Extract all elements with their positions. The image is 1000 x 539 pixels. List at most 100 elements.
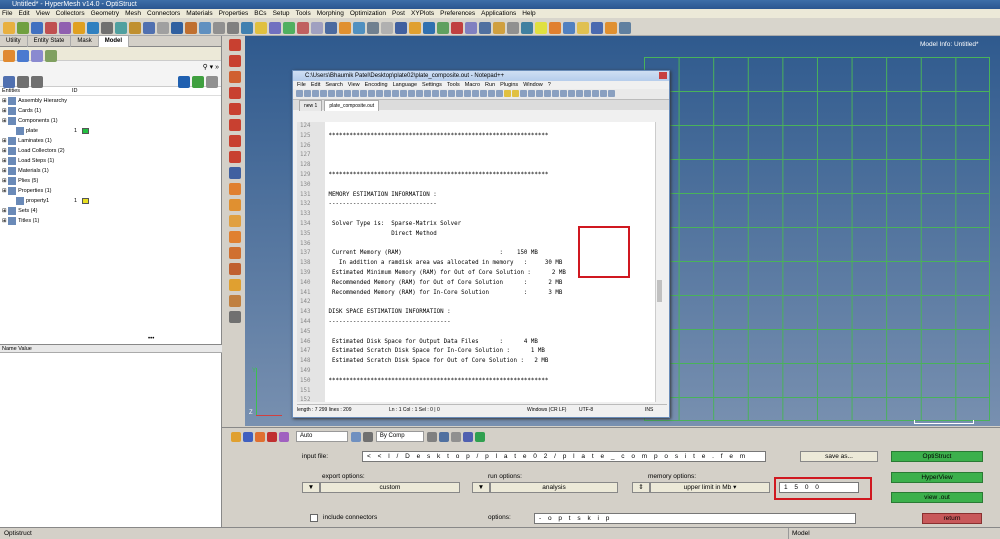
npp-tool-icon[interactable] — [464, 90, 471, 97]
toolbar-icon-13[interactable] — [171, 22, 183, 34]
display-icon[interactable] — [231, 432, 241, 442]
toolbar-icon-43[interactable] — [591, 22, 603, 34]
material-view-icon[interactable] — [45, 50, 57, 62]
side-tool-icon-8[interactable] — [229, 151, 241, 163]
side-tool-icon-1[interactable] — [229, 39, 241, 51]
toolbar-icon-41[interactable] — [563, 22, 575, 34]
npp-tool-icon[interactable] — [320, 90, 327, 97]
toolbar-icon-11[interactable] — [143, 22, 155, 34]
toolbar-icon-8[interactable] — [101, 22, 113, 34]
npp-tool-icon[interactable] — [296, 90, 303, 97]
npp-tool-icon[interactable] — [472, 90, 479, 97]
toolbar-icon-10[interactable] — [129, 22, 141, 34]
tree-item[interactable]: property1 1 — [2, 196, 221, 206]
side-tool-icon-15[interactable] — [229, 263, 241, 275]
component-view-icon[interactable] — [3, 50, 15, 62]
toolbar-icon-23[interactable] — [311, 22, 323, 34]
run-toggle-icon[interactable]: ▼ — [472, 482, 490, 493]
optistruct-button[interactable]: OptiStruct — [891, 451, 983, 462]
npp-tool-icon[interactable] — [600, 90, 607, 97]
id-column-header[interactable]: ID — [72, 87, 78, 96]
npp-tool-icon[interactable] — [312, 90, 319, 97]
npp-tool-icon[interactable] — [384, 90, 391, 97]
tree-item[interactable]: ⊞ Plies (5) — [2, 176, 221, 186]
toolbar-icon-24[interactable] — [325, 22, 337, 34]
npp-tool-icon[interactable] — [440, 90, 447, 97]
tab-new-1[interactable]: new 1 — [299, 100, 323, 111]
color-swatch[interactable] — [82, 128, 89, 134]
npp-tool-icon[interactable] — [584, 90, 591, 97]
side-tool-icon-12[interactable] — [229, 215, 241, 227]
tree-item[interactable]: ⊞ Laminates (1) — [2, 136, 221, 146]
color-by-icon[interactable] — [279, 432, 289, 442]
input-file-field[interactable]: < < l / D e s k t o p / p l a t e 0 2 / … — [362, 451, 766, 462]
export-toggle-icon[interactable]: ▼ — [302, 482, 320, 493]
toolbar-icon-36[interactable] — [493, 22, 505, 34]
toolbar-icon-22[interactable] — [297, 22, 309, 34]
show-icon[interactable] — [192, 76, 204, 88]
menu-item-bcs[interactable]: BCs — [254, 10, 266, 17]
toolbar-icon-2[interactable] — [17, 22, 29, 34]
toolbar-icon-29[interactable] — [395, 22, 407, 34]
visualization-icon[interactable] — [243, 432, 253, 442]
tab-model[interactable]: Model — [98, 36, 130, 47]
auto-dropdown[interactable]: Auto — [295, 431, 348, 442]
toolbar-icon-28[interactable] — [381, 22, 393, 34]
npp-menu-item[interactable]: Run — [485, 82, 495, 88]
color-swatch[interactable] — [82, 198, 89, 204]
tab-entity-state[interactable]: Entity State — [28, 36, 72, 47]
toolbar-icon-15[interactable] — [199, 22, 211, 34]
npp-tool-icon[interactable] — [528, 90, 535, 97]
menu-item-geometry[interactable]: Geometry — [91, 10, 120, 17]
side-tool-icon-2[interactable] — [229, 55, 241, 67]
menu-item-tools[interactable]: Tools — [296, 10, 311, 17]
npp-tool-icon[interactable] — [328, 90, 335, 97]
npp-tool-icon[interactable] — [448, 90, 455, 97]
tab-utility[interactable]: Utility — [0, 36, 28, 47]
npp-tool-icon[interactable] — [352, 90, 359, 97]
menu-item-file[interactable]: File — [2, 10, 12, 17]
tree-item[interactable]: ⊞ Sets (4) — [2, 206, 221, 216]
side-tool-icon-3[interactable] — [229, 71, 241, 83]
side-tool-icon-13[interactable] — [229, 231, 241, 243]
toolbar-icon-40[interactable] — [549, 22, 561, 34]
mask-icon[interactable] — [255, 432, 265, 442]
element-view-icon[interactable] — [426, 432, 437, 442]
side-tool-icon-17[interactable] — [229, 295, 241, 307]
toolbar-icon-20[interactable] — [269, 22, 281, 34]
tree-item[interactable]: ⊞ Load Steps (1) — [2, 156, 221, 166]
toolbar-icon-34[interactable] — [465, 22, 477, 34]
npp-tool-icon[interactable] — [488, 90, 495, 97]
splitter-handle[interactable]: ••• — [148, 336, 158, 342]
menu-item-materials[interactable]: Materials — [186, 10, 212, 17]
memory-options-field[interactable]: upper limit in Mb ▾ — [650, 482, 770, 493]
npp-tool-icon[interactable] — [408, 90, 415, 97]
toolbar-icon-32[interactable] — [437, 22, 449, 34]
toolbar-icon-4[interactable] — [45, 22, 57, 34]
save-as-button[interactable]: save as... — [800, 451, 878, 462]
side-tool-icon-4[interactable] — [229, 87, 241, 99]
tree-item[interactable]: ⊞ Properties (1) — [2, 186, 221, 196]
toolbar-icon-18[interactable] — [241, 22, 253, 34]
toolbar-icon-27[interactable] — [367, 22, 379, 34]
npp-tool-icon[interactable] — [336, 90, 343, 97]
npp-tool-icon[interactable] — [592, 90, 599, 97]
npp-menu-item[interactable]: Plugins — [500, 82, 518, 88]
toolbar-icon-5[interactable] — [59, 22, 71, 34]
npp-tool-icon[interactable] — [576, 90, 583, 97]
tree-item[interactable]: ⊞ Cards (1) — [2, 106, 221, 116]
model-icon[interactable] — [474, 432, 485, 442]
wireframe-icon[interactable] — [362, 432, 373, 442]
hide-icon[interactable] — [206, 76, 218, 88]
npp-tool-icon[interactable] — [392, 90, 399, 97]
toolbar-icon-19[interactable] — [255, 22, 267, 34]
toolbar-icon-31[interactable] — [423, 22, 435, 34]
npp-tool-icon[interactable] — [608, 90, 615, 97]
npp-tool-icon[interactable] — [432, 90, 439, 97]
npp-tool-icon[interactable] — [360, 90, 367, 97]
npp-tool-icon[interactable] — [544, 90, 551, 97]
npp-tool-icon[interactable] — [424, 90, 431, 97]
tree-item[interactable]: ⊞ Assembly Hierarchy — [2, 96, 221, 106]
side-tool-icon-5[interactable] — [229, 103, 241, 115]
menu-item-properties[interactable]: Properties — [219, 10, 249, 17]
